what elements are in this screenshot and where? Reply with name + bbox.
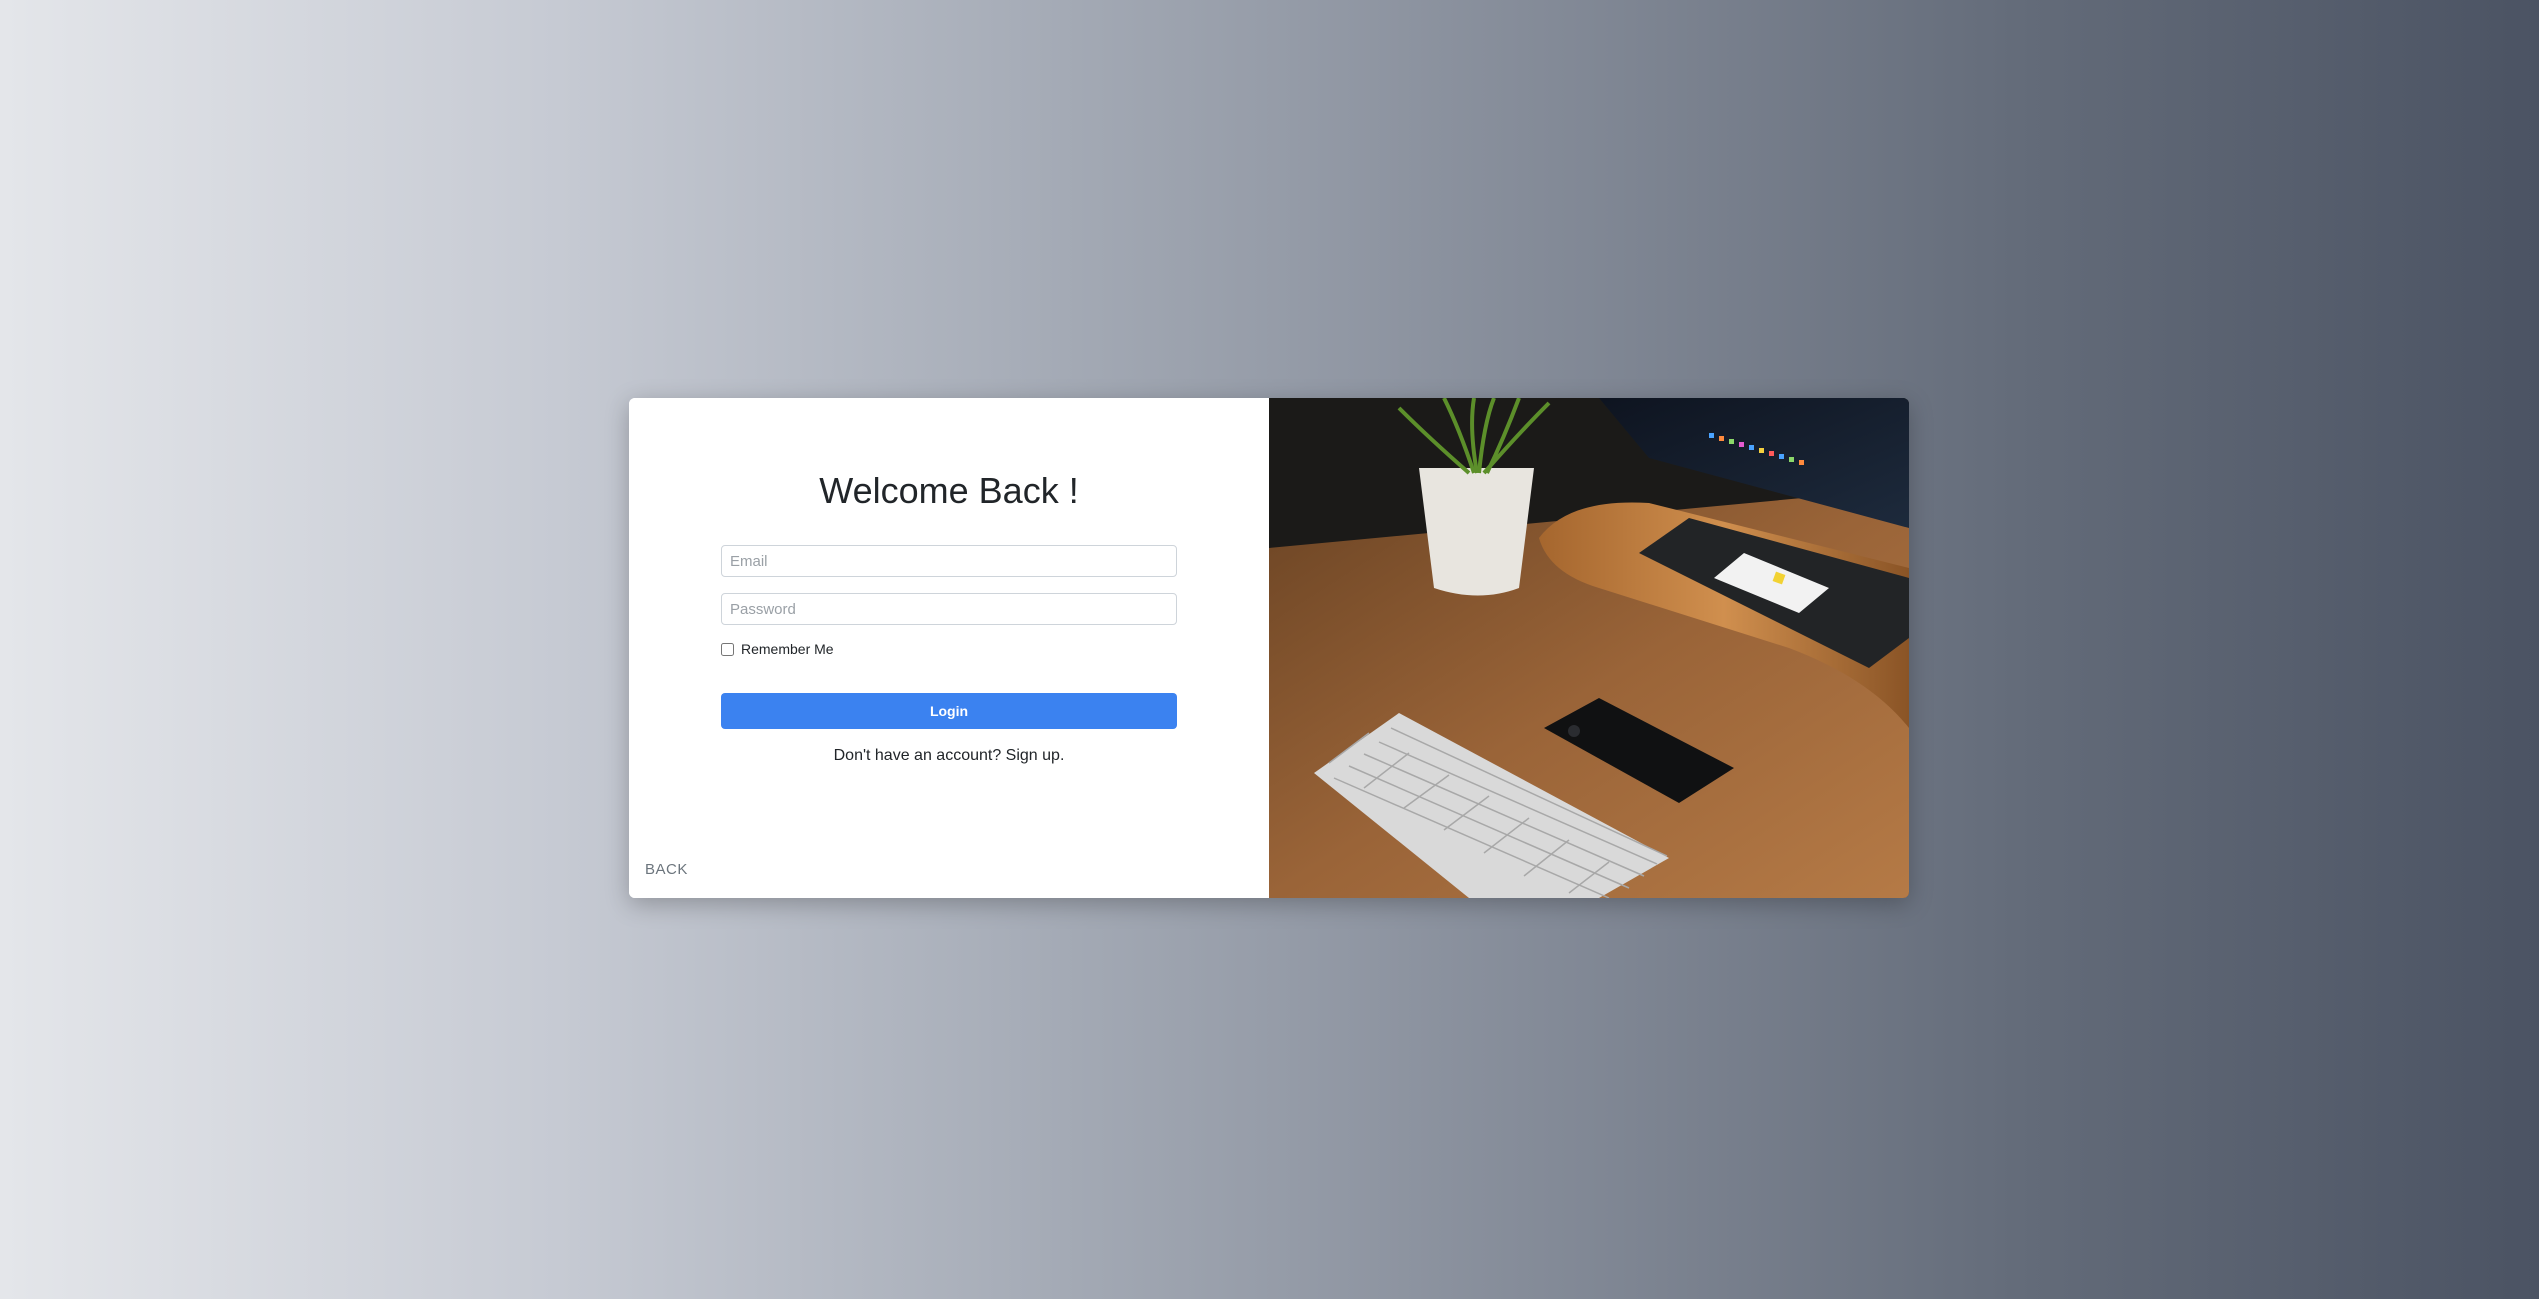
signup-prefix: Don't have an account? [833,747,1006,764]
remember-me-row[interactable]: Remember Me [721,641,834,657]
plant-pot [1419,468,1534,596]
desk-workspace-photo [1269,398,1909,898]
signup-prompt: Don't have an account? Sign up. [629,747,1269,765]
phone-camera [1568,725,1580,737]
remember-me-checkbox[interactable] [721,642,734,656]
desk-illustration [1269,398,1909,898]
page-title: Welcome Back ! [819,470,1079,511]
remember-me-label: Remember Me [741,641,834,657]
login-button[interactable]: Login [721,693,1177,729]
login-card: Welcome Back ! Remember Me Login Don't h… [629,398,1909,898]
password-field[interactable] [721,593,1177,625]
login-form-panel: Welcome Back ! Remember Me Login Don't h… [629,398,1269,898]
signup-link[interactable]: Sign up. [1006,747,1065,764]
back-link[interactable]: BACK [645,861,688,878]
email-field[interactable] [721,545,1177,577]
